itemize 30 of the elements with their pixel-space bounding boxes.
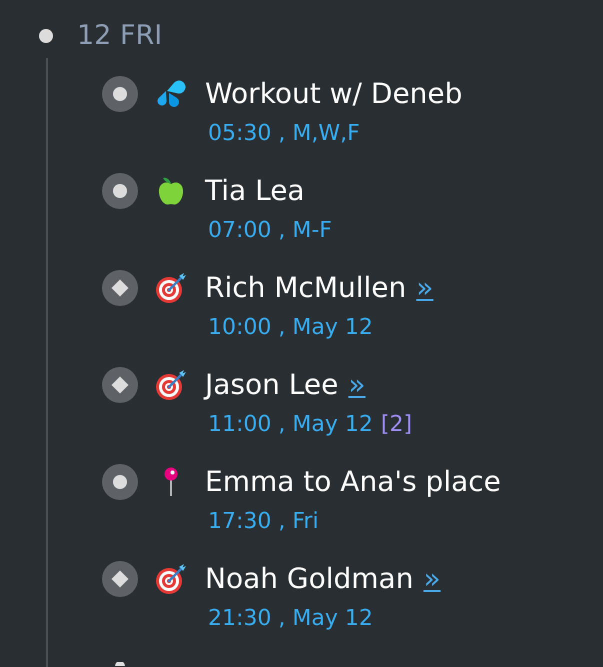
bullet-icon[interactable] — [39, 29, 53, 43]
event-title: Tia Lea — [205, 173, 305, 209]
circle-bullet-icon[interactable] — [102, 76, 138, 112]
circle-bullet-icon[interactable] — [102, 173, 138, 209]
event-schedule: 10:00 , May 12 — [208, 314, 373, 342]
event-link[interactable]: » — [416, 270, 434, 306]
event-title: Noah Goldman — [205, 561, 414, 597]
event-schedule: 17:30 , Fri — [208, 508, 319, 536]
diamond-bullet-icon[interactable] — [102, 367, 138, 403]
bullet-icon — [115, 662, 125, 666]
dart-target-icon — [155, 369, 187, 401]
event-title: Rich McMullen — [205, 270, 406, 306]
event-title: Emma to Ana's place — [205, 464, 501, 500]
event-count: [2] — [380, 411, 412, 439]
pushpin-icon — [163, 467, 179, 497]
diamond-bullet-icon[interactable] — [102, 270, 138, 306]
event-title: Jason Lee — [205, 367, 338, 403]
diamond-bullet-icon[interactable] — [102, 561, 138, 597]
event-link[interactable]: » — [423, 561, 441, 597]
circle-bullet-icon[interactable] — [102, 464, 138, 500]
droplets-icon — [155, 78, 187, 110]
event-schedule: 05:30 , M,W,F — [208, 120, 360, 148]
event-schedule: 21:30 , May 12 — [208, 605, 373, 633]
event-schedule: 07:00 , M-F — [208, 217, 332, 245]
event-schedule: 11:00 , May 12 — [208, 411, 373, 439]
event-title: Workout w/ Deneb — [205, 76, 462, 112]
dart-target-icon — [155, 563, 187, 595]
day-heading: 12 FRI — [77, 19, 162, 53]
event-link[interactable]: » — [348, 367, 366, 403]
dart-target-icon — [155, 272, 187, 304]
